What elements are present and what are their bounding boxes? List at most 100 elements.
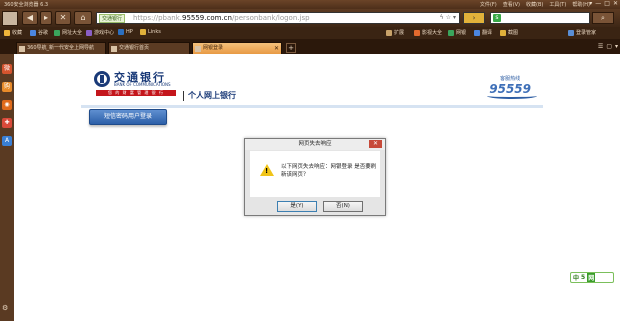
menu-view[interactable]: 查看(V) (503, 1, 520, 8)
tab-bar: 360导航_新一代安全上网导航 交通银行首页 网银登录 ✕ + ☰ ▢ ▾ (0, 39, 620, 54)
folder-icon (140, 29, 146, 35)
screenshot-icon (500, 29, 506, 36)
title-bar: 360安全浏览器 6.3 文件(F) 查看(V) 收藏(B) 工具(T) 帮助(… (0, 0, 620, 9)
menu-favorites[interactable]: 收藏(B) (526, 1, 543, 8)
favorite-label: 游戏中心 (94, 30, 115, 36)
url-domain: 95559.com.cn (181, 14, 232, 22)
tab-ebank-login[interactable]: 网银登录 ✕ (192, 42, 282, 54)
chevron-down-icon[interactable]: ▾ (615, 43, 618, 50)
favorite-label: 谷歌 (38, 30, 49, 36)
favorite-item[interactable]: 网银 (448, 29, 466, 36)
google-icon (30, 29, 36, 36)
url-prefix: https://pbank. (133, 14, 182, 22)
favorite-item[interactable]: 截图 (500, 29, 518, 36)
search-input[interactable]: s (490, 12, 590, 24)
video-icon (414, 29, 420, 36)
page-icon (19, 46, 25, 52)
favorite-item[interactable]: 登录管家 (568, 29, 596, 36)
window-controls: ▾ — □ ✕ (589, 0, 618, 7)
menu-icon[interactable]: ☰ (598, 43, 603, 50)
address-bar[interactable]: 交通银行 https://pbank.95559.com.cn/personba… (96, 12, 460, 24)
favorite-item[interactable]: 影视大全 (414, 29, 442, 36)
ime-chinese-mode[interactable]: 中 (573, 273, 579, 282)
menu-file[interactable]: 文件(F) (480, 1, 497, 8)
yes-button[interactable]: 是(Y) (277, 201, 317, 212)
favorite-label: 翻译 (482, 30, 493, 36)
dialog-close-button[interactable]: ✕ (369, 140, 382, 148)
window-icon[interactable]: ▢ (606, 43, 612, 50)
favorite-item[interactable]: 翻译 (474, 29, 492, 36)
menu-tools[interactable]: 工具(T) (549, 1, 566, 8)
translate-icon[interactable]: A (2, 136, 12, 146)
gear-icon[interactable]: ⚙ (2, 304, 8, 312)
home-icon: ⌂ (80, 13, 86, 22)
favorite-label: 网银 (456, 30, 467, 36)
sms-login-button[interactable]: 短信密码用户登录 (89, 109, 167, 125)
forward-arrow-icon: ▸ (43, 13, 48, 22)
tab-bar-tools: ☰ ▢ ▾ (598, 43, 618, 50)
skin-icon[interactable]: ▾ (589, 0, 592, 7)
no-button[interactable]: 否(N) (323, 201, 363, 212)
go-button[interactable]: › (463, 12, 485, 24)
warning-icon: ! (260, 164, 274, 176)
rss-icon[interactable]: ◉ (2, 100, 12, 110)
favorite-item[interactable]: 游戏中心 (86, 29, 114, 36)
url-text[interactable]: https://pbank.95559.com.cn/personbank/lo… (133, 14, 310, 23)
ebank-icon (448, 29, 454, 36)
search-button[interactable]: ⌕ (592, 12, 614, 24)
favorites-bar: 收藏 谷歌 网址大全 游戏中心 HP Links 扩展 影视大全 网银 翻译 截… (0, 27, 620, 39)
tab-label: 网银登录 (203, 45, 224, 51)
search-engine-icon[interactable]: s (493, 14, 501, 22)
star-icon[interactable]: ☆ (446, 14, 451, 21)
user-avatar[interactable] (2, 11, 18, 26)
favorites-icon (4, 29, 10, 36)
menu-help[interactable]: 帮助(H) (572, 1, 590, 8)
page-icon (111, 46, 117, 52)
new-tab-button[interactable]: + (286, 43, 296, 53)
close-window-button[interactable]: ✕ (613, 0, 618, 7)
favorite-label: 扩展 (394, 30, 405, 36)
favorite-item[interactable]: 网址大全 (54, 29, 82, 36)
tab-bocom-home[interactable]: 交通银行首页 (108, 42, 190, 54)
favorite-label: HP (126, 29, 133, 35)
ime-number: 5 (581, 274, 586, 281)
favorite-label: 登录管家 (576, 30, 597, 36)
favorite-item[interactable]: 收藏 (4, 29, 22, 36)
stop-button[interactable]: ✕ (55, 11, 71, 25)
tab-label: 交通银行首页 (119, 45, 150, 51)
translate-icon (474, 29, 480, 36)
favorite-item[interactable]: 谷歌 (30, 29, 48, 36)
favorite-item[interactable]: Links (140, 29, 161, 35)
minimize-button[interactable]: — (595, 0, 601, 7)
navigation-bar: ◀ ▸ ✕ ⌂ 交通银行 https://pbank.95559.com.cn/… (0, 9, 620, 27)
close-tab-icon[interactable]: ✕ (274, 43, 279, 54)
hp-icon (118, 29, 124, 35)
login-manager-icon (568, 29, 574, 36)
home-button[interactable]: ⌂ (74, 11, 92, 25)
favorite-item[interactable]: 扩展 (386, 29, 404, 36)
ebank-title: 个人网上银行 (188, 91, 236, 100)
sidebar: 微 购 ◉ ✚ A ⚙ (0, 54, 14, 321)
window-title: 360安全浏览器 6.3 (4, 2, 49, 8)
back-button[interactable]: ◀ (22, 11, 38, 25)
site-identity-badge[interactable]: 交通银行 (99, 14, 126, 23)
lightning-icon[interactable]: ϟ (440, 14, 444, 21)
shopping-icon[interactable]: 购 (2, 82, 12, 92)
favorite-item[interactable]: HP (118, 29, 133, 35)
app-icon[interactable]: ✚ (2, 118, 12, 128)
dropdown-icon[interactable]: ▾ (453, 14, 456, 21)
maximize-button[interactable]: □ (604, 0, 610, 7)
forward-button[interactable]: ▸ (40, 11, 52, 25)
divider (183, 91, 184, 101)
ime-suffix[interactable]: 网 (587, 273, 596, 282)
tab-360-nav[interactable]: 360导航_新一代安全上网导航 (16, 42, 106, 54)
unresponsive-page-dialog: 网页失去响应 ✕ ! 以下网页失去响应：网银登录 是否要刷新该网页？ 是(Y) … (244, 138, 386, 216)
hotline-label: 客服热线 (500, 76, 521, 82)
weibo-icon[interactable]: 微 (2, 64, 12, 74)
favorite-label: Links (148, 29, 161, 35)
ime-toolbar[interactable]: 中 5 网 (570, 272, 614, 283)
game-icon (86, 29, 92, 36)
bank-header: 交通银行 BANK OF COMMUNICATIONS 您 的 财 富 管 理 … (81, 57, 543, 105)
url-suffix: /personbank/logon.jsp (231, 14, 310, 22)
bank-name-en: BANK OF COMMUNICATIONS (114, 82, 171, 87)
